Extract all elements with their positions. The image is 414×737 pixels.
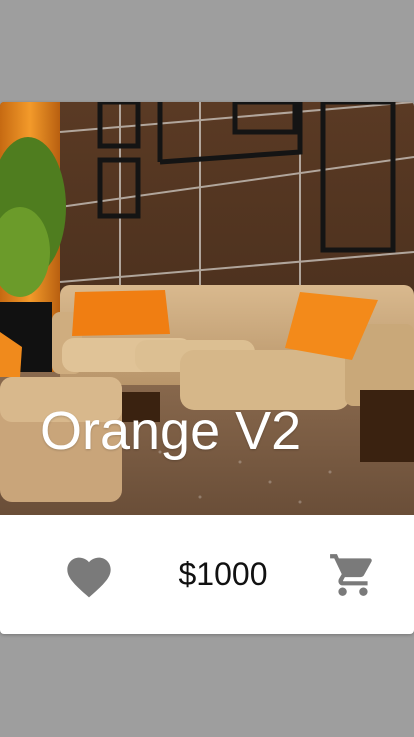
screen: Orange V2 $1000 [0, 0, 414, 737]
product-image: Orange V2 [0, 102, 414, 515]
product-card[interactable]: Orange V2 $1000 [0, 102, 414, 634]
card-actions: $1000 [0, 515, 414, 634]
favorite-button[interactable] [62, 548, 116, 602]
product-price: $1000 [178, 556, 268, 592]
add-to-cart-button[interactable] [326, 548, 380, 602]
heart-icon [67, 557, 111, 597]
shopping-cart-icon [330, 553, 372, 596]
product-title: Orange V2 [40, 401, 302, 461]
